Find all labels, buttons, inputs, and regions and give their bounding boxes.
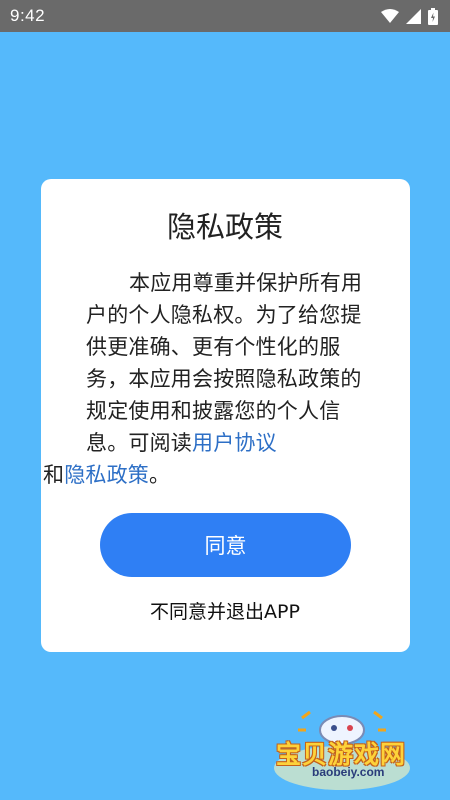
conjunction-text: 和 <box>43 463 65 487</box>
cellular-signal-icon <box>406 8 421 24</box>
battery-icon <box>428 7 438 25</box>
status-time: 9:42 <box>10 6 46 25</box>
body-text: 本应用尊重并保护所有用户的个人隐私权。为了给您提供更准确、更有个性化的服务，本应… <box>86 271 363 455</box>
status-icons <box>381 7 438 25</box>
watermark-url: baobeiy.com <box>312 765 385 779</box>
wifi-icon <box>381 9 399 23</box>
decline-exit-button[interactable]: 不同意并退出APP <box>0 597 450 624</box>
user-agreement-link[interactable]: 用户协议 <box>192 431 277 455</box>
privacy-policy-link[interactable]: 隐私政策 <box>64 463 149 487</box>
dialog-title: 隐私政策 <box>166 210 283 244</box>
agree-button[interactable]: 同意 <box>100 513 351 577</box>
end-punct: 。 <box>149 463 171 487</box>
status-bar: 9:42 <box>0 0 450 32</box>
dialog-body: 本应用尊重并保护所有用户的个人隐私权。为了给您提供更准确、更有个性化的服务，本应… <box>43 267 366 491</box>
